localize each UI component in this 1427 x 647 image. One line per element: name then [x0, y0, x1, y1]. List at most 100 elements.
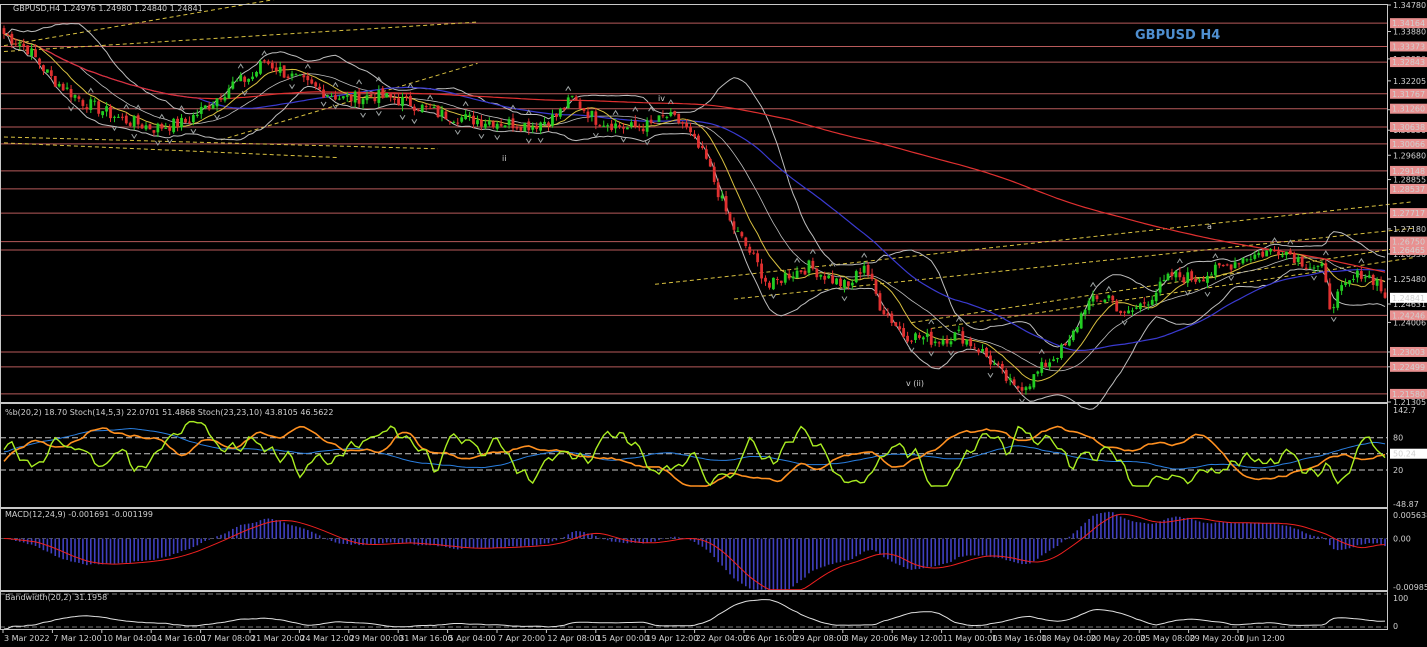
candle-body — [657, 115, 661, 122]
candle-body — [921, 337, 925, 340]
candle-body — [618, 125, 621, 127]
candle-body — [1036, 371, 1040, 374]
candle-body — [263, 60, 266, 62]
candle-body — [1312, 267, 1316, 269]
time-tick-label: 17 Mar 08:00 — [202, 634, 255, 643]
time-tick-label: 3 May 20:00 — [844, 634, 894, 643]
candle-body — [132, 116, 136, 127]
candle-body — [523, 122, 527, 132]
candle-body — [511, 118, 515, 129]
candle-body — [562, 107, 566, 110]
candle-body — [1060, 344, 1063, 358]
candle-body — [1111, 295, 1115, 301]
candle-body — [1304, 267, 1308, 270]
candle-body — [819, 274, 823, 277]
time-tick-label: 29 May 20:00 — [1190, 634, 1245, 643]
candle-body — [539, 122, 543, 131]
candle-body — [831, 275, 835, 284]
candle-body — [1300, 256, 1304, 267]
candle-body — [373, 97, 377, 102]
candle-body — [945, 338, 949, 344]
candle-body — [42, 65, 45, 72]
candle-body — [1024, 387, 1028, 391]
candle-body — [740, 232, 744, 237]
candle-body — [270, 62, 274, 69]
level-price-label: 1.24246 — [1392, 311, 1425, 320]
candle-body — [507, 119, 511, 126]
candle-body — [582, 108, 586, 111]
candle-body — [1206, 275, 1209, 283]
candle-body — [1138, 303, 1142, 309]
candle-body — [480, 119, 483, 127]
candle-body — [1071, 330, 1075, 341]
candle-body — [1067, 339, 1071, 346]
candle-body — [969, 338, 973, 347]
candle-body — [641, 128, 645, 132]
candle-body — [444, 111, 448, 120]
candle-body — [1008, 378, 1012, 381]
candle-body — [1079, 313, 1083, 329]
candle-body — [38, 58, 41, 65]
indicator-3-title: Bandwidth(20,2) 31.1958 — [5, 593, 107, 602]
candle-body — [843, 279, 846, 288]
candle-body — [385, 93, 389, 98]
price-tick-label: 1.28855 — [1393, 176, 1426, 185]
candle-body — [1123, 311, 1126, 313]
time-tick-label: 5 Apr 04:00 — [449, 634, 496, 643]
candle-body — [1186, 272, 1190, 283]
candle-body — [1308, 267, 1312, 269]
candle-body — [1095, 295, 1099, 300]
candle-body — [1178, 272, 1182, 278]
candle-body — [760, 263, 763, 279]
candle-body — [752, 252, 756, 254]
candle-body — [1277, 251, 1280, 256]
candle-body — [1241, 258, 1245, 264]
candle-body — [172, 118, 176, 133]
candle-body — [1150, 299, 1154, 305]
candle-body — [708, 158, 712, 167]
candle-body — [401, 97, 404, 107]
level-price-label: 1.29148 — [1392, 167, 1425, 176]
indicator-1-title: %b(20,2) 18.70 Stoch(14,5,3) 22.0701 51.… — [5, 408, 333, 417]
candle-body — [345, 95, 349, 97]
candle-body — [416, 109, 420, 111]
candle-body — [34, 49, 37, 58]
indicator-tick-label: 0.005638 — [1393, 511, 1427, 520]
candle-body — [1099, 300, 1103, 302]
candle-body — [294, 74, 298, 76]
candle-body — [432, 107, 436, 109]
time-tick-label: 18 May 04:00 — [1041, 634, 1096, 643]
candle-body — [744, 237, 748, 246]
time-tick-label: 20 May 20:00 — [1091, 634, 1146, 643]
candle-body — [716, 182, 720, 198]
candle-body — [1012, 379, 1016, 385]
time-tick-label: 3 Mar 2022 — [4, 634, 50, 643]
candle-body — [1210, 274, 1213, 276]
candle-body — [681, 122, 685, 124]
candle-body — [1107, 295, 1111, 299]
time-tick-label: 29 Apr 08:00 — [794, 634, 846, 643]
candle-body — [1032, 374, 1036, 388]
candle-body — [953, 332, 957, 341]
candle-body — [53, 75, 57, 87]
chart-canvas[interactable]: 1.347801.338801.329501.322051.312251.305… — [0, 0, 1427, 647]
candle-body — [255, 72, 258, 77]
candle-body — [862, 265, 866, 273]
time-tick-label: 26 Apr 16:00 — [745, 634, 797, 643]
wave-label-v-ii: v (ii) — [906, 379, 924, 388]
candle-body — [720, 195, 724, 199]
candle-body — [1336, 291, 1340, 308]
indicator-2-title: MACD(12,24,9) -0.001691 -0.001199 — [5, 510, 153, 519]
wave-label-iv: iv — [658, 94, 665, 103]
candle-body — [1166, 273, 1170, 281]
candle-body — [1320, 263, 1324, 267]
candle-body — [468, 114, 471, 116]
candle-body — [677, 113, 681, 124]
candle-body — [349, 94, 353, 102]
candle-body — [1269, 249, 1272, 252]
candle-body — [1245, 259, 1249, 261]
price-tick-label: 1.27180 — [1393, 225, 1426, 234]
candle-body — [977, 349, 981, 353]
candle-body — [184, 118, 187, 123]
candle-body — [586, 111, 590, 119]
